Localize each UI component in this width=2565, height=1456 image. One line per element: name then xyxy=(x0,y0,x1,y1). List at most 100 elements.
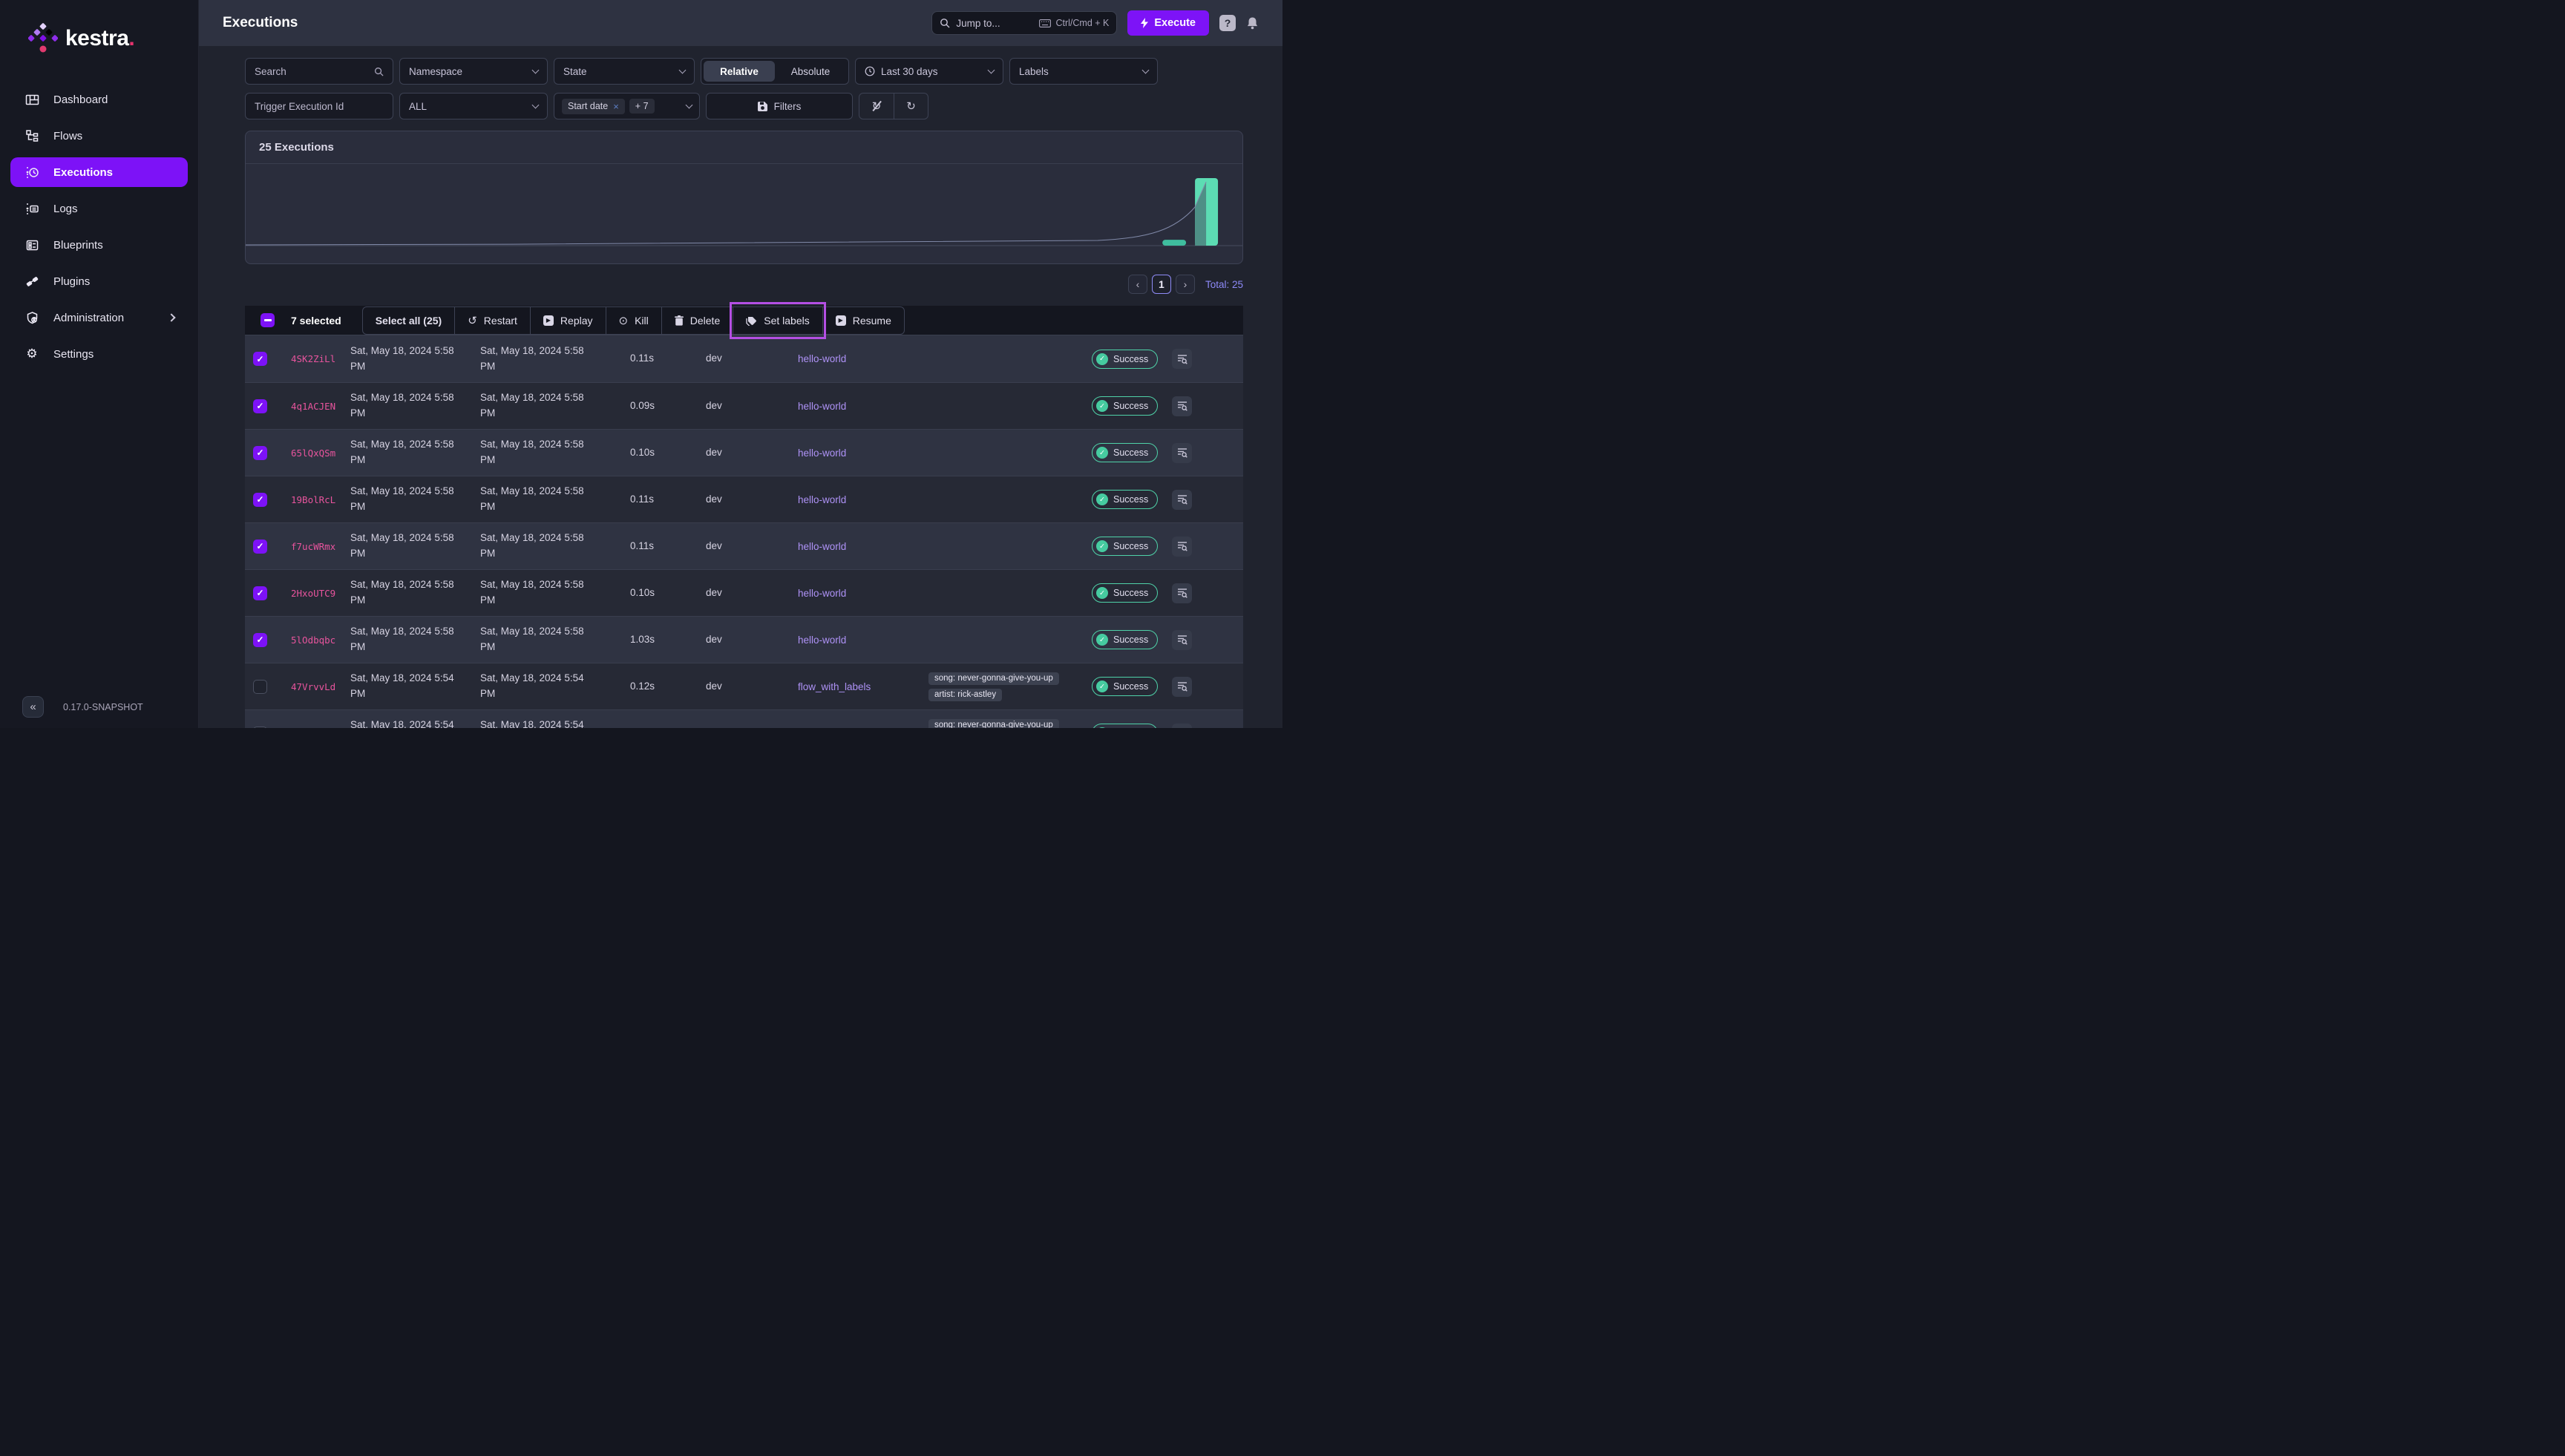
row-checkbox[interactable]: ✓ xyxy=(253,493,267,507)
table-row: ✓ 5lOdbqbc Sat, May 18, 2024 5:58 PM Sat… xyxy=(245,616,1243,663)
label-tag-icon xyxy=(746,315,757,326)
state-select[interactable]: State xyxy=(554,58,695,85)
execution-overview-button[interactable] xyxy=(1172,396,1192,416)
flow-link[interactable]: hello-world xyxy=(798,353,928,364)
save-filters-button[interactable]: Filters xyxy=(706,93,853,119)
namespace-cell: dev xyxy=(706,632,798,648)
execution-overview-button[interactable] xyxy=(1172,724,1192,729)
sidebar-item-flows[interactable]: Flows xyxy=(10,121,188,151)
relative-toggle[interactable]: Relative xyxy=(704,61,775,82)
execution-overview-button[interactable] xyxy=(1172,677,1192,697)
execution-overview-button[interactable] xyxy=(1172,490,1192,510)
flow-link[interactable]: hello-world xyxy=(798,401,928,412)
table-body: ✓ 4SK2ZiLl Sat, May 18, 2024 5:58 PM Sat… xyxy=(245,335,1243,728)
execution-id-link[interactable]: 4q1ACJEN xyxy=(275,401,350,412)
delete-button[interactable]: Delete xyxy=(661,307,733,334)
execution-overview-button[interactable] xyxy=(1172,583,1192,603)
sidebar-item-blueprints[interactable]: Blueprints xyxy=(10,230,188,260)
flow-link[interactable]: hello-world xyxy=(798,634,928,646)
execution-overview-button[interactable] xyxy=(1172,537,1192,557)
sidebar-item-dashboard[interactable]: Dashboard xyxy=(10,85,188,114)
namespace-select-label: Namespace xyxy=(409,66,462,77)
sidebar-item-plugins[interactable]: Plugins xyxy=(10,266,188,296)
replay-button[interactable]: ▶Replay xyxy=(530,307,606,334)
flow-link[interactable]: flow_with_labels xyxy=(798,728,928,729)
execution-id-link[interactable]: f7ucWRmx xyxy=(275,541,350,552)
namespace-cell: dev xyxy=(706,586,798,601)
current-page-button[interactable]: 1 xyxy=(1152,275,1171,294)
flow-link[interactable]: hello-world xyxy=(798,588,928,599)
row-checkbox[interactable]: ✓ xyxy=(253,352,267,366)
execution-id-link[interactable]: 4SK2ZiLl xyxy=(275,353,350,364)
select-all-button[interactable]: Select all (25) xyxy=(363,307,455,334)
notifications-bell-button[interactable] xyxy=(1246,16,1259,30)
sidebar-item-settings[interactable]: ⚙ Settings xyxy=(10,339,188,369)
execution-overview-button[interactable] xyxy=(1172,630,1192,650)
date-range-select[interactable]: Last 30 days xyxy=(855,58,1003,85)
success-check-icon: ✓ xyxy=(1096,540,1108,552)
labels-select[interactable]: Labels xyxy=(1009,58,1158,85)
select-all-checkbox[interactable] xyxy=(261,313,275,327)
visible-columns-select[interactable]: Start date× + 7 xyxy=(554,93,700,119)
chip-close-icon[interactable]: × xyxy=(613,101,619,112)
execution-id-link[interactable]: 4sbviXHv xyxy=(275,728,350,729)
row-checkbox[interactable]: ✓ xyxy=(253,540,267,554)
state-cell: ✓ Success xyxy=(1092,583,1166,603)
search-input[interactable] xyxy=(255,66,374,77)
execution-id-link[interactable]: 47VrvvLd xyxy=(275,681,350,692)
prev-page-button[interactable]: ‹ xyxy=(1128,275,1147,294)
execute-button[interactable]: Execute xyxy=(1127,10,1209,36)
execution-id-link[interactable]: 5lOdbqbc xyxy=(275,634,350,646)
row-checkbox[interactable]: ✓ xyxy=(253,446,267,460)
row-checkbox[interactable]: ✓ xyxy=(253,633,267,647)
chevron-down-icon xyxy=(532,102,540,109)
flow-link[interactable]: flow_with_labels xyxy=(798,681,928,692)
trigger-execution-id-filter[interactable] xyxy=(245,93,393,119)
flow-link[interactable]: hello-world xyxy=(798,447,928,459)
kestra-logo[interactable]: kestra. xyxy=(0,0,198,74)
sidebar: kestra. Dashboard Flows xyxy=(0,0,199,728)
row-action-cell xyxy=(1166,677,1243,697)
flow-link[interactable]: hello-world xyxy=(798,494,928,505)
help-button[interactable]: ? xyxy=(1219,15,1236,31)
execution-id-link[interactable]: 65lQxQSm xyxy=(275,447,350,459)
namespace-select[interactable]: Namespace xyxy=(399,58,548,85)
executions-bar-chart[interactable] xyxy=(246,164,1242,264)
sidebar-item-administration[interactable]: Administration xyxy=(10,303,188,332)
namespace-cell: dev xyxy=(706,351,798,367)
jump-to-search[interactable]: Ctrl/Cmd + K xyxy=(931,11,1117,35)
row-checkbox[interactable] xyxy=(253,727,267,729)
status-badge: ✓ Success xyxy=(1092,396,1158,416)
collapse-sidebar-button[interactable]: « xyxy=(22,696,44,718)
start-date-chip[interactable]: Start date× xyxy=(562,99,625,114)
scope-select[interactable]: ALL xyxy=(399,93,548,119)
sidebar-item-logs[interactable]: Logs xyxy=(10,194,188,223)
chevron-down-icon xyxy=(686,102,693,109)
sidebar-item-executions[interactable]: Executions xyxy=(10,157,188,187)
execution-overview-button[interactable] xyxy=(1172,349,1192,369)
auto-refresh-off-icon[interactable]: ↻ xyxy=(859,94,894,119)
search-filter[interactable] xyxy=(245,58,393,85)
set-labels-button[interactable]: Set labels xyxy=(733,307,822,334)
refresh-icon[interactable]: ↻ xyxy=(894,94,928,119)
execution-overview-button[interactable] xyxy=(1172,443,1192,463)
next-page-button[interactable]: › xyxy=(1176,275,1195,294)
flow-link[interactable]: hello-world xyxy=(798,541,928,552)
jump-to-input[interactable] xyxy=(956,18,1033,29)
row-checkbox[interactable]: ✓ xyxy=(253,399,267,413)
row-checkbox[interactable] xyxy=(253,680,267,694)
resume-button[interactable]: ▶Resume xyxy=(822,307,904,334)
execution-id-link[interactable]: 19BolRcL xyxy=(275,494,350,505)
kestra-logo-icon xyxy=(28,22,58,55)
kill-button[interactable]: ⊙Kill xyxy=(606,307,661,334)
trigger-execution-id-input[interactable] xyxy=(255,101,384,112)
row-checkbox[interactable]: ✓ xyxy=(253,586,267,600)
more-columns-chip[interactable]: + 7 xyxy=(629,99,655,114)
success-check-icon: ✓ xyxy=(1096,727,1108,728)
restart-button[interactable]: ↺Restart xyxy=(454,307,530,334)
absolute-toggle[interactable]: Absolute xyxy=(775,61,846,82)
lightning-icon xyxy=(1141,18,1148,28)
execution-id-link[interactable]: 2HxoUTC9 xyxy=(275,588,350,599)
table-row: ✓ 2HxoUTC9 Sat, May 18, 2024 5:58 PM Sat… xyxy=(245,569,1243,616)
state-cell: ✓ Success xyxy=(1092,350,1166,369)
